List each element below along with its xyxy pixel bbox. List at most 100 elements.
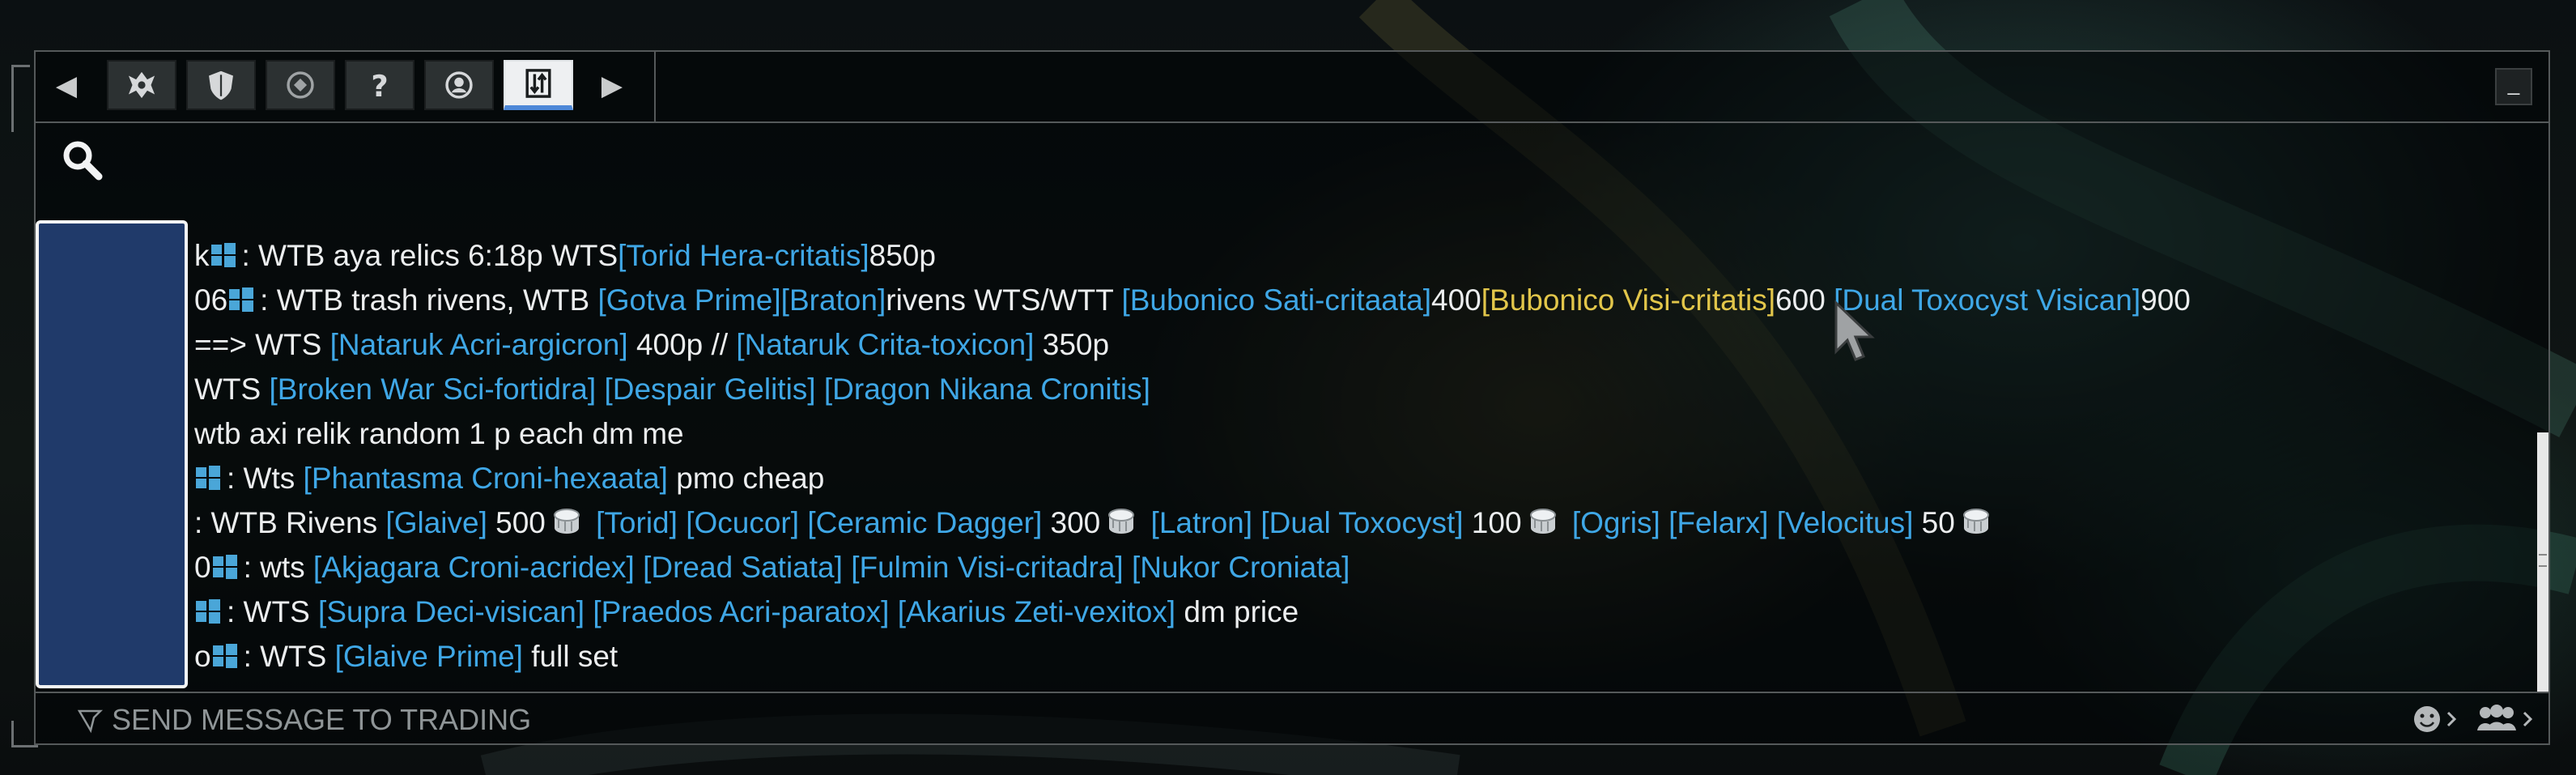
tab-recruiting[interactable]	[266, 60, 335, 110]
message-text: 0	[194, 551, 211, 584]
message-text: WTS	[194, 373, 270, 406]
item-link[interactable]: [Dread Satiata]	[643, 551, 843, 584]
chat-message: wtb axi relik random 1 p each dm me	[194, 413, 684, 455]
chat-input-bar	[36, 692, 2548, 745]
item-link[interactable]: [Akarius Zeti-vexitox]	[898, 595, 1175, 628]
chevron-left-icon[interactable]: ◀	[50, 66, 83, 105]
item-link[interactable]: [Nataruk Acri-argicron]	[330, 328, 628, 361]
message-text	[596, 373, 604, 406]
chat-message: WTS [Broken War Sci-fortidra] [Despair G…	[194, 368, 1150, 411]
message-text: pmo cheap	[667, 462, 825, 495]
chevron-right-icon[interactable]: ▶	[596, 66, 628, 105]
message-text: : WTB trash rivens, WTB	[260, 283, 598, 317]
message-text	[1660, 506, 1668, 539]
message-text: 100	[1463, 506, 1522, 539]
tab-clan[interactable]	[107, 60, 176, 110]
item-link[interactable]: [Akjagara Croni-acridex]	[313, 551, 635, 584]
tab-help[interactable]: ?	[345, 60, 414, 110]
item-link[interactable]: [Ogris]	[1572, 506, 1660, 539]
item-link[interactable]: [Praedos Acri-paratox]	[593, 595, 889, 628]
item-link[interactable]: [Phantasma Croni-hexaata]	[304, 462, 668, 495]
chat-send-icon	[77, 709, 104, 734]
message-text	[816, 373, 824, 406]
message-text	[1252, 506, 1260, 539]
message-text: 500	[487, 506, 546, 539]
message-text	[1124, 551, 1132, 584]
item-link[interactable]: [Felarx]	[1668, 506, 1768, 539]
chat-message-input[interactable]	[110, 698, 2380, 742]
item-link[interactable]: [Ceramic Dagger]	[807, 506, 1042, 539]
item-link[interactable]: [Dragon Nikana Cronitis]	[824, 373, 1150, 406]
chat-message: o : WTS [Glaive Prime] full set	[194, 636, 618, 678]
chat-message: 0 : wts [Akjagara Croni-acridex] [Dread S…	[194, 547, 1350, 589]
scrollbar-grip[interactable]	[2539, 554, 2547, 567]
message-text: 900	[2140, 283, 2191, 317]
message-text: dm price	[1175, 595, 1299, 628]
item-link[interactable]: [Nataruk Crita-toxicon]	[736, 328, 1034, 361]
message-text: o	[194, 640, 211, 673]
item-link[interactable]: [Nukor Croniata]	[1132, 551, 1350, 584]
platinum-currency-icon	[1105, 505, 1137, 538]
message-text: : WTB aya relics 6:18p WTS	[241, 239, 618, 272]
message-text: ==> WTS	[194, 328, 330, 361]
chat-message-list[interactable]: k: WTB aya relics 6:18p WTS[Torid Hera-c…	[36, 214, 2513, 692]
item-link[interactable]: [Supra Deci-visican]	[318, 595, 584, 628]
message-text: 400	[1431, 283, 1481, 317]
emoji-button[interactable]	[2412, 703, 2471, 735]
item-link[interactable]: [Ocucor]	[686, 506, 799, 539]
item-link[interactable]: [Dual Toxocyst]	[1260, 506, 1463, 539]
emoji-face-icon	[2414, 706, 2457, 732]
message-text: : wts	[243, 551, 313, 584]
message-text: 400p //	[627, 328, 737, 361]
item-link[interactable]: [Gotva Prime]	[597, 283, 780, 317]
message-text: 850p	[869, 239, 936, 272]
chat-message: ==> WTS [Nataruk Acri-argicron] 400p // …	[194, 324, 1109, 366]
item-link[interactable]: [Latron]	[1151, 506, 1252, 539]
minimize-button[interactable]: _	[2495, 68, 2532, 105]
message-text: rivens WTS/WTT	[886, 283, 1122, 317]
squad-members-icon	[2477, 705, 2533, 730]
item-link[interactable]: [Glaive]	[385, 506, 487, 539]
message-text: wtb axi relik random 1 p each dm me	[194, 417, 684, 450]
item-link[interactable]: [Torid Hera-critatis]	[618, 239, 869, 272]
tab-trading[interactable]	[504, 60, 573, 110]
message-text: : WTS	[243, 640, 335, 673]
redacted-usernames	[36, 220, 188, 688]
item-link[interactable]: [Broken War Sci-fortidra]	[269, 373, 596, 406]
item-link[interactable]: [Glaive Prime]	[335, 640, 523, 673]
pc-platform-icon	[194, 461, 222, 490]
item-link[interactable]: [Despair Gelitis]	[604, 373, 815, 406]
message-text: 06	[194, 283, 228, 317]
tab-region[interactable]	[424, 60, 494, 110]
message-text	[1564, 506, 1572, 539]
tab-alliance[interactable]	[186, 60, 256, 110]
item-link[interactable]: [Braton]	[781, 283, 886, 317]
message-text	[584, 595, 593, 628]
chat-message: 06: WTB trash rivens, WTB [Gotva Prime][…	[194, 279, 2191, 321]
item-link[interactable]: [Bubonico Sati-critaata]	[1121, 283, 1431, 317]
search-icon[interactable]	[60, 138, 105, 183]
message-text	[635, 551, 643, 584]
squad-button[interactable]	[2474, 703, 2539, 735]
chat-message: : WTS [Supra Deci-visican] [Praedos Acri…	[194, 591, 1299, 633]
message-text	[678, 506, 686, 539]
item-link[interactable]: [Fulmin Visi-critadra]	[851, 551, 1124, 584]
message-text: : WTS	[227, 595, 319, 628]
message-text: 600	[1775, 283, 1834, 317]
message-text: 300	[1042, 506, 1101, 539]
pc-platform-icon	[227, 283, 255, 312]
platinum-currency-icon	[550, 505, 583, 538]
mouse-cursor-icon	[1834, 300, 1875, 361]
message-text: full set	[522, 640, 618, 673]
item-link[interactable]: [Velocitus]	[1777, 506, 1914, 539]
message-text: 350p	[1034, 328, 1110, 361]
message-text: 50	[1913, 506, 1955, 539]
recruiting-emblem-icon	[287, 71, 314, 99]
message-text	[843, 551, 851, 584]
item-link[interactable]: [Bubonico Visi-critatis]	[1481, 283, 1775, 317]
message-text: : Wts	[227, 462, 304, 495]
item-link[interactable]: [Torid]	[596, 506, 678, 539]
question-mark-icon: ?	[371, 69, 388, 104]
chat-message: : WTB Rivens [Glaive] 500 [Torid] [Ocuco…	[194, 502, 1997, 544]
chat-tab-bar: ◀ ? ▶ _	[36, 52, 2548, 123]
